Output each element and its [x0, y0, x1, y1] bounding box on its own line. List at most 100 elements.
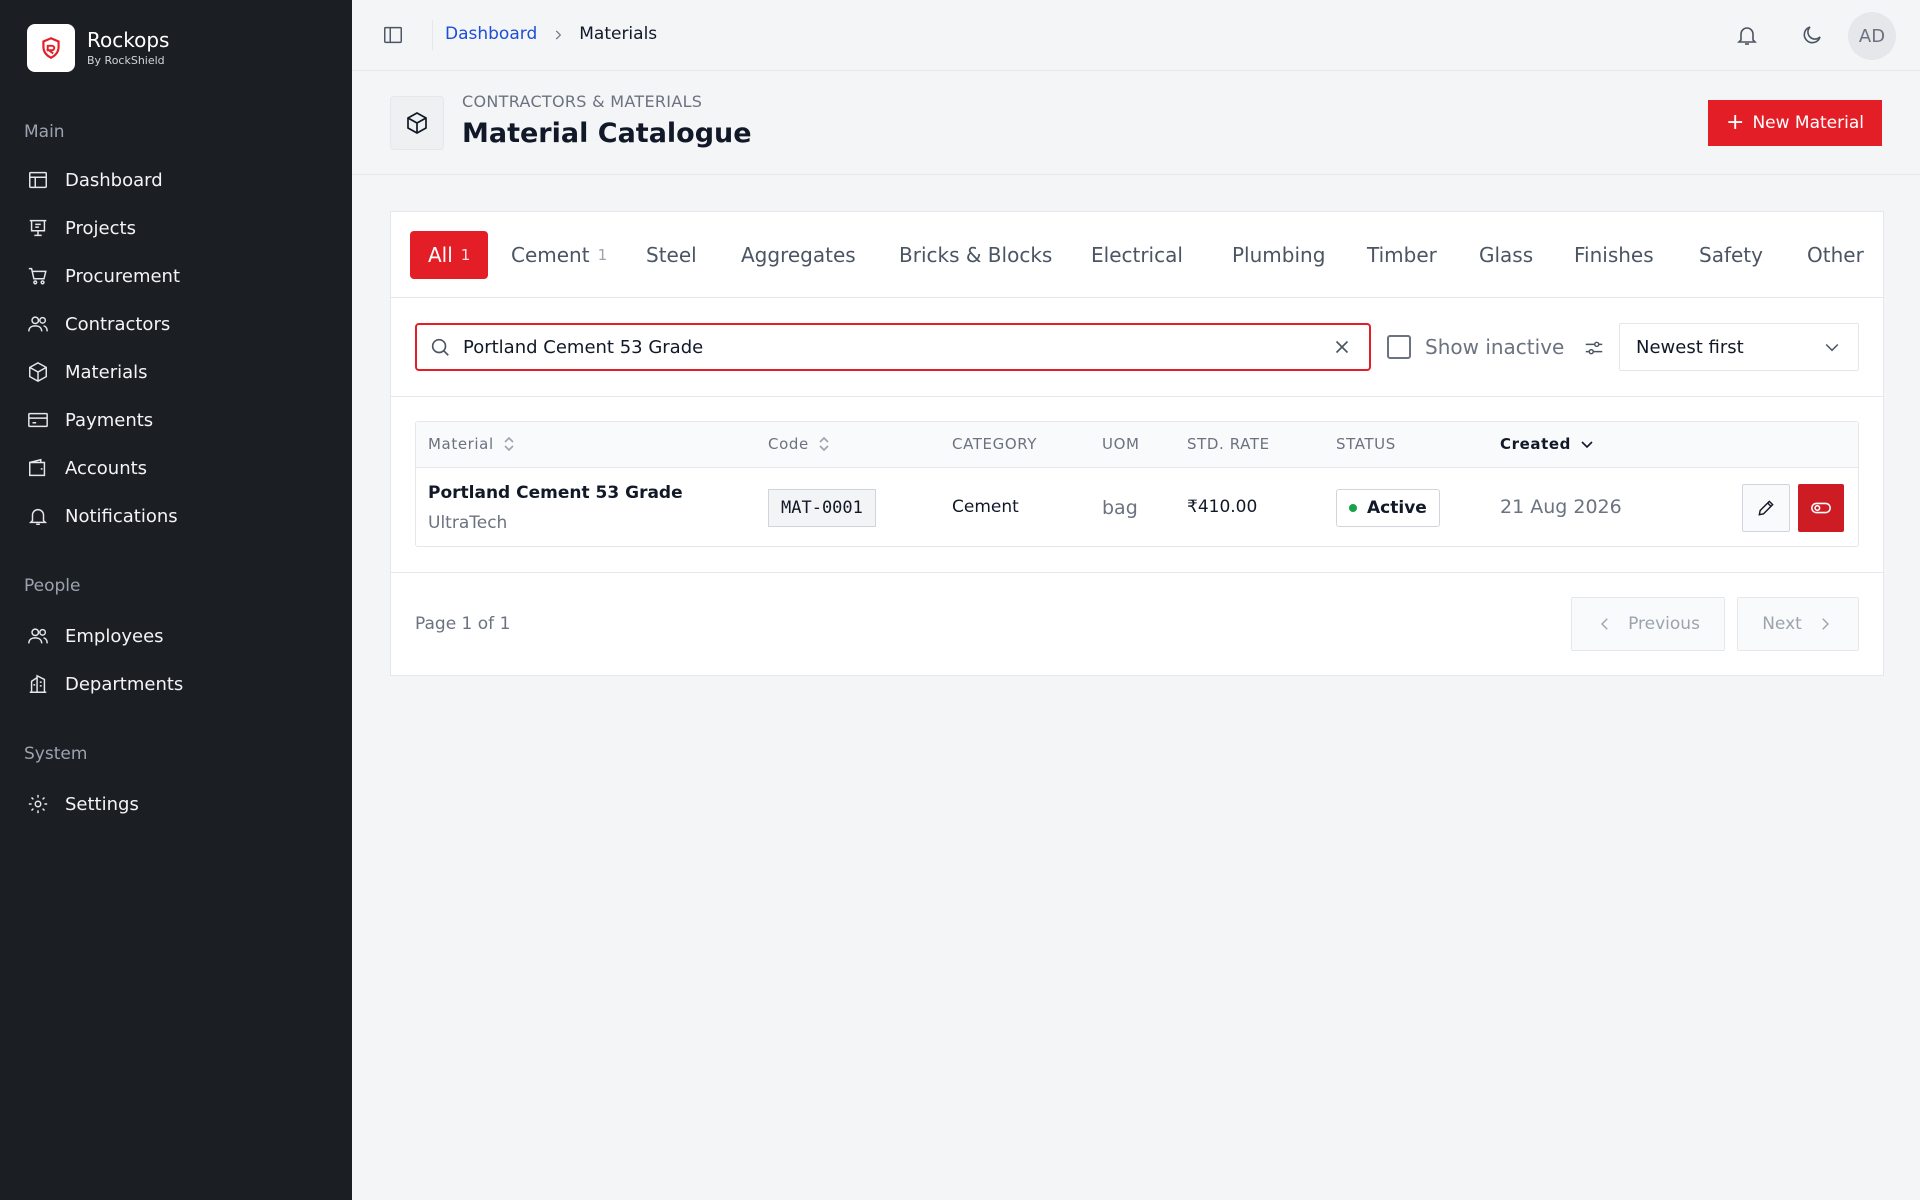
material-brand: UltraTech: [428, 513, 508, 533]
sort-icon: [504, 436, 514, 452]
tab-timber[interactable]: Timber: [1367, 231, 1437, 279]
search-box: [415, 323, 1371, 371]
sidebar-item-settings[interactable]: Settings: [27, 784, 139, 824]
chevron-right-icon: [551, 27, 565, 41]
sidebar-item-procurement[interactable]: Procurement: [27, 256, 180, 296]
material-code: MAT-0001: [768, 489, 876, 527]
tab-count: 1: [460, 246, 471, 264]
theme-toggle-button[interactable]: [1800, 23, 1824, 47]
column-label: Material: [428, 435, 494, 453]
brand[interactable]: Rockops By RockShield: [27, 24, 169, 72]
sliders-icon: [1585, 341, 1603, 355]
sidebar-toggle-button[interactable]: [382, 24, 404, 46]
sidebar-item-accounts[interactable]: Accounts: [27, 448, 147, 488]
tab-aggregates[interactable]: Aggregates: [741, 231, 856, 279]
deactivate-button[interactable]: [1798, 484, 1844, 532]
show-inactive-toggle[interactable]: Show inactive: [1387, 335, 1564, 359]
next-page-button[interactable]: Next: [1737, 597, 1859, 651]
clear-search-icon[interactable]: [1331, 336, 1353, 358]
materials-card: All 1 Cement 1 Steel Aggregates Bricks &…: [390, 211, 1884, 676]
breadcrumb: Dashboard Materials: [445, 24, 657, 44]
building-icon: [29, 674, 47, 693]
topbar: Dashboard Materials AD: [352, 0, 1920, 71]
status-label: Active: [1367, 498, 1427, 518]
column-category: CATEGORY: [952, 435, 1038, 453]
sidebar-item-notifications[interactable]: Notifications: [27, 496, 178, 536]
sidebar-item-label: Procurement: [65, 265, 181, 287]
card-icon: [28, 412, 48, 428]
chevron-down-icon: [1825, 343, 1839, 352]
breadcrumb-current: Materials: [579, 24, 658, 44]
sort-select[interactable]: Newest first: [1619, 323, 1859, 371]
sidebar-item-employees[interactable]: Employees: [27, 616, 164, 656]
bell-icon: [1737, 27, 1757, 45]
tab-electrical[interactable]: Electrical: [1091, 231, 1183, 279]
tab-other[interactable]: Other: [1807, 231, 1864, 279]
category-tabs: All 1 Cement 1 Steel Aggregates Bricks &…: [391, 212, 1883, 298]
page-icon: [390, 96, 444, 150]
tab-cement[interactable]: Cement 1: [511, 231, 607, 279]
status-dot-icon: [1349, 504, 1357, 512]
sidebar-item-label: Departments: [65, 673, 184, 695]
sidebar-item-contractors[interactable]: Contractors: [27, 304, 170, 344]
show-inactive-checkbox[interactable]: [1387, 335, 1411, 359]
plus-icon: +: [1726, 110, 1745, 135]
column-created[interactable]: Created: [1500, 435, 1595, 453]
material-name: Portland Cement 53 Grade: [428, 483, 683, 503]
box-icon: [29, 361, 47, 383]
tab-all[interactable]: All 1: [410, 231, 489, 279]
column-code[interactable]: Code: [768, 435, 831, 453]
pencil-icon: [1758, 500, 1774, 516]
status-badge: Active: [1336, 489, 1440, 527]
material-rate: ₹410.00: [1187, 497, 1258, 517]
notifications-button[interactable]: [1735, 23, 1759, 47]
avatar[interactable]: AD: [1848, 12, 1896, 60]
materials-table: Material Code CATEGORY UOM STD. RATE STA…: [415, 421, 1859, 547]
sidebar-item-label: Dashboard: [65, 169, 163, 191]
filter-settings-button[interactable]: [1583, 337, 1605, 359]
sidebar-item-label: Notifications: [65, 505, 178, 527]
sidebar-item-materials[interactable]: Materials: [27, 352, 148, 392]
sidebar-item-label: Employees: [65, 625, 164, 647]
material-uom: bag: [1102, 497, 1138, 519]
tab-finishes[interactable]: Finishes: [1574, 231, 1654, 279]
breadcrumb-dashboard-link[interactable]: Dashboard: [445, 24, 537, 44]
pagination: Page 1 of 1 Previous Next: [391, 572, 1883, 676]
brand-name: Rockops: [87, 28, 170, 52]
sidebar-item-projects[interactable]: Projects: [27, 208, 136, 248]
tab-safety[interactable]: Safety: [1699, 231, 1763, 279]
gear-icon: [28, 794, 48, 814]
tab-plumbing[interactable]: Plumbing: [1232, 231, 1325, 279]
new-material-button[interactable]: + New Material: [1708, 100, 1882, 146]
table-row[interactable]: Portland Cement 53 Grade UltraTech MAT-0…: [416, 469, 1858, 547]
sidebar-item-label: Settings: [65, 793, 139, 815]
brand-logo: [27, 24, 75, 72]
edit-button[interactable]: [1742, 484, 1790, 532]
nav-section-main: Main: [24, 122, 65, 142]
sidebar-item-label: Payments: [65, 409, 154, 431]
projects-icon: [29, 219, 47, 237]
cart-icon: [28, 267, 47, 285]
sidebar-item-departments[interactable]: Departments: [27, 664, 183, 704]
sidebar-item-label: Accounts: [65, 457, 148, 479]
wallet-icon: [29, 458, 46, 477]
sidebar-toggle-icon: [384, 26, 402, 44]
column-material[interactable]: Material: [428, 435, 516, 453]
tab-glass[interactable]: Glass: [1479, 231, 1533, 279]
tab-count: 1: [597, 246, 608, 264]
search-input[interactable]: [463, 336, 1331, 358]
column-status: STATUS: [1336, 435, 1396, 453]
tab-steel[interactable]: Steel: [646, 231, 697, 279]
sidebar-item-dashboard[interactable]: Dashboard: [27, 160, 163, 200]
previous-page-button[interactable]: Previous: [1571, 597, 1725, 651]
material-created: 21 Aug 2026: [1500, 496, 1622, 518]
new-material-label: New Material: [1752, 113, 1864, 133]
sidebar-item-label: Projects: [65, 217, 136, 239]
chevron-down-icon: [1581, 441, 1593, 449]
tab-bricks-blocks[interactable]: Bricks & Blocks: [899, 231, 1052, 279]
material-category: Cement: [952, 497, 1019, 517]
sidebar-item-payments[interactable]: Payments: [27, 400, 153, 440]
sidebar-item-label: Contractors: [65, 313, 171, 335]
page-info: Page 1 of 1: [415, 614, 511, 634]
box-icon: [407, 112, 427, 134]
